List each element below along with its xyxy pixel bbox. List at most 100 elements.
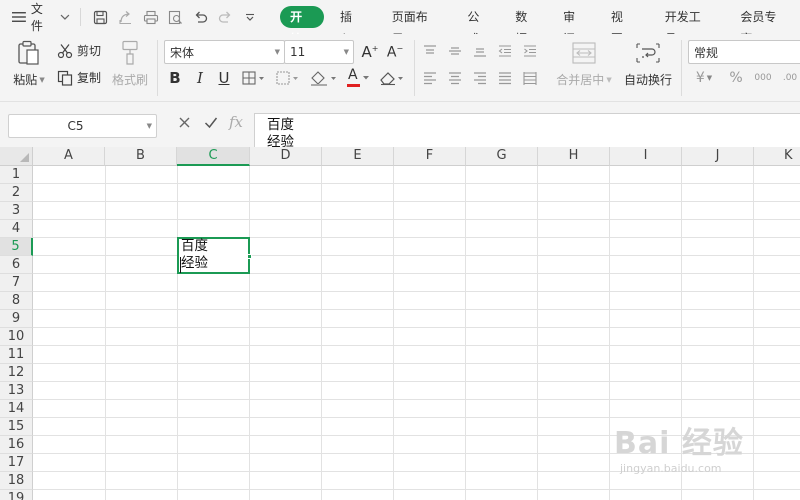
column-header-b[interactable]: B — [105, 147, 177, 166]
copy-button[interactable]: 复制 — [57, 69, 101, 86]
percent-format-button[interactable]: % — [727, 67, 745, 89]
tab-page-layout[interactable]: 页面布局 — [380, 6, 452, 46]
spreadsheet-grid[interactable]: A B C D E F G H I J K 1 2 3 4 5 6 7 8 9 … — [0, 147, 800, 500]
align-bottom-button[interactable] — [471, 40, 489, 62]
column-header-k[interactable]: K — [754, 147, 800, 166]
thousands-separator-button[interactable]: 000 — [752, 67, 774, 89]
row-header-18[interactable]: 18 — [0, 472, 33, 490]
fill-handle[interactable] — [247, 254, 252, 259]
format-painter-button[interactable]: 格式刷 — [110, 40, 150, 88]
cut-button[interactable]: 剪切 — [57, 42, 101, 59]
row-header-16[interactable]: 16 — [0, 436, 33, 454]
column-header-h[interactable]: H — [538, 147, 610, 166]
align-center-icon — [449, 72, 461, 85]
fill-color-button[interactable] — [308, 67, 340, 89]
select-all-button[interactable] — [0, 147, 33, 166]
tab-home[interactable]: 开始 — [280, 6, 324, 46]
column-header-g[interactable]: G — [466, 147, 538, 166]
wrap-text-button[interactable]: 自动换行 — [622, 42, 674, 88]
row-header-19[interactable]: 19 — [0, 490, 33, 500]
align-middle-icon — [449, 47, 461, 55]
file-menu-label: 文件 — [30, 2, 43, 33]
cell-style-button[interactable] — [274, 67, 302, 89]
clear-format-button[interactable] — [377, 67, 407, 89]
redo-button[interactable] — [213, 5, 238, 29]
tab-insert[interactable]: 插入 — [328, 6, 376, 46]
font-size-select[interactable]: 11 ▼ — [284, 40, 354, 64]
column-header-a[interactable]: A — [33, 147, 105, 166]
format-painter-label: 格式刷 — [111, 73, 148, 87]
save-button[interactable] — [89, 5, 114, 29]
paste-button[interactable]: 粘贴 ▼ — [10, 40, 48, 88]
confirm-entry-icon[interactable] — [204, 116, 218, 129]
row-header-13[interactable]: 13 — [0, 382, 33, 400]
row-header-15[interactable]: 15 — [0, 418, 33, 436]
customize-quick-access-button[interactable] — [237, 5, 262, 29]
distributed-align-button[interactable] — [521, 67, 539, 89]
formula-input[interactable]: 百度 经验 — [254, 113, 800, 151]
bold-button[interactable]: B — [166, 67, 184, 89]
tab-review[interactable]: 审阅 — [551, 6, 599, 46]
row-header-11[interactable]: 11 — [0, 346, 33, 364]
align-middle-button[interactable] — [446, 40, 464, 62]
align-top-button[interactable] — [421, 40, 439, 62]
grid-line — [33, 489, 800, 490]
decrease-font-size-button[interactable]: A− — [385, 41, 405, 63]
row-header-4[interactable]: 4 — [0, 220, 33, 238]
row-header-5[interactable]: 5 — [0, 238, 33, 256]
column-header-c[interactable]: C — [177, 147, 250, 166]
increase-indent-button[interactable] — [521, 40, 539, 62]
row-header-14[interactable]: 14 — [0, 400, 33, 418]
row-header-3[interactable]: 3 — [0, 202, 33, 220]
distributed-icon — [523, 72, 537, 85]
row-header-12[interactable]: 12 — [0, 364, 33, 382]
row-header-1[interactable]: 1 — [0, 166, 33, 184]
justify-button[interactable] — [496, 67, 514, 89]
row-header-2[interactable]: 2 — [0, 184, 33, 202]
undo-icon — [195, 11, 207, 23]
row-header-17[interactable]: 17 — [0, 454, 33, 472]
shrink-font-icon: A− — [386, 43, 404, 61]
number-format-select[interactable]: 常规 — [688, 40, 800, 64]
insert-function-icon[interactable]: fx — [229, 113, 243, 131]
grid-line — [33, 201, 800, 202]
tab-developer[interactable]: 开发工具 — [653, 6, 725, 46]
row-header-9[interactable]: 9 — [0, 310, 33, 328]
name-box[interactable]: C5 ▼ — [8, 114, 157, 138]
file-menu-button[interactable]: 文件 — [12, 0, 70, 34]
column-header-f[interactable]: F — [394, 147, 466, 166]
decrease-indent-button[interactable] — [496, 40, 514, 62]
column-header-e[interactable]: E — [322, 147, 394, 166]
print-button[interactable] — [138, 5, 163, 29]
undo-button[interactable] — [188, 5, 213, 29]
tab-data[interactable]: 数据 — [503, 6, 551, 46]
currency-format-button[interactable]: ¥ ▼ — [692, 67, 716, 89]
column-header-i[interactable]: I — [610, 147, 682, 166]
tab-view[interactable]: 视图 — [599, 6, 647, 46]
tab-formulas[interactable]: 公式 — [455, 6, 503, 46]
align-center-button[interactable] — [446, 67, 464, 89]
align-right-button[interactable] — [471, 67, 489, 89]
align-left-button[interactable] — [421, 67, 439, 89]
font-color-button[interactable]: A — [343, 67, 373, 89]
column-header-d[interactable]: D — [250, 147, 322, 166]
print-preview-button[interactable] — [163, 5, 188, 29]
row-header-10[interactable]: 10 — [0, 328, 33, 346]
merge-center-button[interactable]: 合并居中 ▼ — [552, 42, 616, 88]
row-header-8[interactable]: 8 — [0, 292, 33, 310]
column-header-j[interactable]: J — [682, 147, 754, 166]
row-header-6[interactable]: 6 — [0, 256, 33, 274]
underline-button[interactable]: U — [215, 67, 233, 89]
increase-decimal-button[interactable]: .00 — [780, 67, 800, 89]
text-cursor — [180, 257, 181, 273]
cancel-entry-icon[interactable] — [178, 116, 191, 129]
font-name-select[interactable]: 宋体 ▼ — [164, 40, 285, 64]
italic-button[interactable]: I — [191, 67, 209, 89]
increase-font-size-button[interactable]: A+ — [360, 41, 380, 63]
align-top-icon — [424, 45, 436, 54]
row-header-7[interactable]: 7 — [0, 274, 33, 292]
export-pdf-button[interactable] — [113, 5, 138, 29]
borders-button[interactable] — [240, 67, 268, 89]
tab-member[interactable]: 会员专享 — [728, 6, 800, 46]
active-cell-text: 百度 经验 — [181, 238, 208, 272]
